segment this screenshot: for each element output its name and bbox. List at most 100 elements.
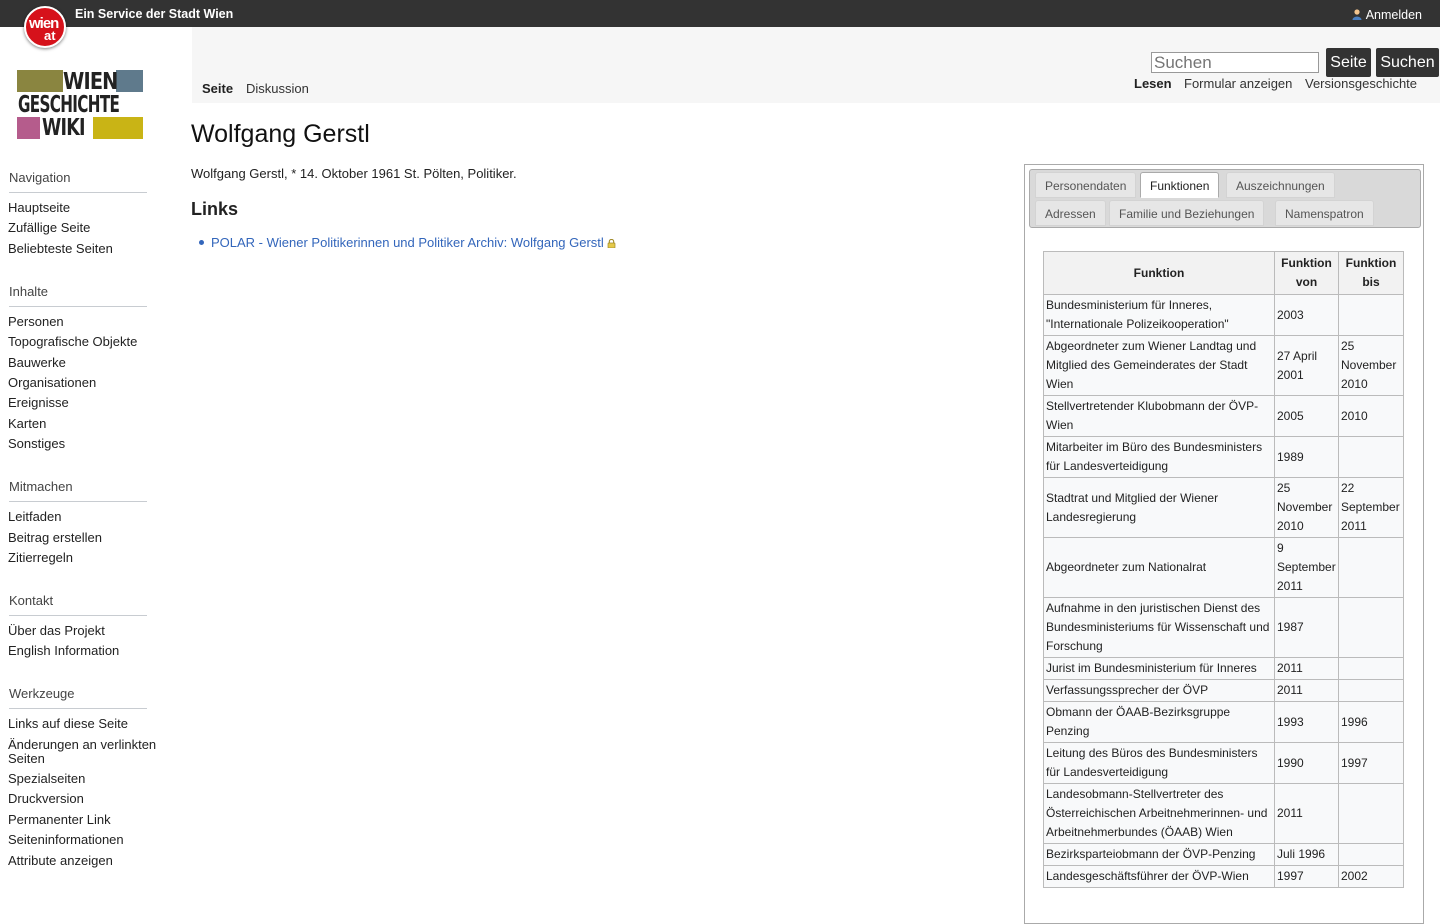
table-cell: Stellvertretender Klubobmann der ÖVP-Wie…: [1043, 395, 1275, 437]
sidebar-item[interactable]: Spezialseiten: [8, 772, 160, 786]
view-history[interactable]: Versionsgeschichte: [1305, 76, 1417, 91]
search-button[interactable]: Suchen: [1376, 48, 1439, 77]
intro-text: Wolfgang Gerstl, * 14. Oktober 1961 St. …: [191, 166, 517, 181]
view-form[interactable]: Formular anzeigen: [1184, 76, 1292, 91]
sidebar-item[interactable]: Zufällige Seite: [8, 221, 160, 235]
wien-logo-suffix: at: [44, 28, 56, 43]
table-row: Bezirksparteiobmann der ÖVP-Penzing Juli …: [1043, 843, 1405, 866]
search-input[interactable]: [1151, 52, 1319, 73]
table-cell: [1337, 537, 1405, 598]
table-cell: [1337, 843, 1405, 866]
table-cell: 9 September 2011: [1274, 537, 1339, 598]
sidebar-section-title: Werkzeuge: [9, 686, 147, 710]
sidebar-item[interactable]: Organisationen: [8, 375, 160, 390]
wien-at-logo[interactable]: wien at: [24, 6, 66, 48]
sidebar-section: Kontakt Über das Projekt English Informati…: [0, 593, 175, 658]
table-row: Verfassungssprecher der ÖVP 2011: [1043, 679, 1405, 702]
tab-namenspatron[interactable]: Namenspatron: [1275, 200, 1374, 226]
tab-discussion[interactable]: Diskussion: [246, 81, 309, 96]
table-cell: Landesobmann-Stellvertreter des Österrei…: [1043, 783, 1275, 844]
sidebar-item[interactable]: Druckversion: [8, 792, 160, 806]
tab-funktionen[interactable]: Funktionen: [1140, 172, 1220, 198]
sidebar-section-title: Inhalte: [9, 284, 147, 307]
table-cell: 1993: [1274, 701, 1339, 743]
logo-square-yellow: [93, 117, 143, 139]
sidebar-list: Leitfaden Beitrag erstellen Zitierregeln: [0, 510, 175, 565]
table-cell: [1337, 679, 1405, 702]
sidebar-item[interactable]: Topografische Objekte: [8, 335, 160, 349]
sidebar-item[interactable]: Zitierregeln: [8, 550, 160, 565]
infobox: Personendaten Funktionen Auszeichnungen …: [1024, 164, 1424, 924]
sidebar-item[interactable]: Änderungen an verlinkten Seiten: [8, 737, 160, 766]
sidebar-section-title: Mitmachen: [9, 479, 147, 503]
table-cell: Jurist im Bundesministerium für Inneres: [1043, 657, 1275, 680]
sidebar-item[interactable]: Permanenter Link: [8, 812, 160, 827]
tab-auszeichnungen[interactable]: Auszeichnungen: [1226, 172, 1335, 198]
table-cell: 2011: [1274, 679, 1339, 702]
table-cell: [1337, 294, 1405, 336]
table-cell: Stadtrat und Mitglied der Wiener Landesr…: [1043, 477, 1275, 538]
table-row: Landesgeschäftsführer der ÖVP-Wien 1997 20…: [1043, 865, 1405, 888]
sidebar-section-title: Navigation: [9, 170, 147, 193]
table-cell: 22 September 2011: [1337, 477, 1405, 538]
table-cell: 2005: [1274, 395, 1339, 437]
table-cell: Verfassungssprecher der ÖVP: [1043, 679, 1275, 702]
view-read[interactable]: Lesen: [1134, 76, 1172, 91]
sidebar-item[interactable]: Bauwerke: [8, 355, 160, 370]
page-title: Wolfgang Gerstl: [191, 120, 370, 148]
link-text: POLAR - Wiener Politikerinnen und Politi…: [211, 235, 604, 250]
table-row: Leitung des Büros des Bundesministers fü…: [1043, 742, 1405, 784]
go-page-button[interactable]: Seite: [1326, 48, 1371, 77]
table-cell: Juli 1996: [1274, 843, 1339, 866]
wien-geschichte-wiki-logo[interactable]: WIEN GESCHICHTE WIKI: [17, 70, 143, 141]
table-row: Obmann der ÖAAB-Bezirksgruppe Penzing 199…: [1043, 701, 1405, 743]
logo-square-olive: [17, 70, 63, 92]
tab-page[interactable]: Seite: [202, 81, 233, 96]
table-cell: 2011: [1274, 783, 1339, 844]
sidebar-item[interactable]: Leitfaden: [8, 510, 160, 524]
sidebar-item[interactable]: Ereignisse: [8, 396, 160, 410]
table-cell: 1997: [1274, 865, 1339, 888]
sidebar-item[interactable]: Beitrag erstellen: [8, 530, 160, 545]
sidebar-item[interactable]: Karten: [8, 416, 160, 431]
tab-familie-und-beziehungen[interactable]: Familie und Beziehungen: [1109, 200, 1265, 226]
sidebar-item[interactable]: Seiteninformationen: [8, 833, 160, 847]
sidebar: Navigation Hauptseite Zufällige Seite Belie…: [0, 170, 175, 874]
logo-square-blue: [116, 70, 143, 92]
polar-archive-link[interactable]: POLAR - Wiener Politikerinnen und Politi…: [199, 235, 616, 250]
table-row: Stellvertretender Klubobmann der ÖVP-Wie…: [1043, 395, 1405, 437]
sidebar-item[interactable]: Beliebteste Seiten: [8, 241, 160, 256]
sidebar-item[interactable]: Über das Projekt: [8, 623, 160, 638]
sidebar-item[interactable]: Personen: [8, 314, 160, 329]
sidebar-list: Über das Projekt English Information: [0, 623, 175, 658]
sidebar-section: Mitmachen Leitfaden Beitrag erstellen Zitie…: [0, 479, 175, 565]
table-row: Mitarbeiter im Büro des Bundesministers …: [1043, 436, 1405, 478]
sidebar-item[interactable]: Links auf diese Seite: [8, 717, 160, 731]
table-row: Landesobmann-Stellvertreter des Österrei…: [1043, 783, 1405, 844]
sidebar-item[interactable]: Sonstiges: [8, 437, 160, 451]
table-cell: 2011: [1274, 657, 1339, 680]
functions-table-body: Bundesministerium für Inneres, "Internat…: [1043, 294, 1405, 888]
table-cell: 1990: [1274, 742, 1339, 784]
tab-personendaten[interactable]: Personendaten: [1035, 172, 1137, 198]
tab-adressen[interactable]: Adressen: [1035, 200, 1106, 226]
sidebar-item[interactable]: Hauptseite: [8, 201, 160, 215]
sidebar-item[interactable]: English Information: [8, 644, 160, 658]
logo-text-wiki: WIKI: [42, 115, 86, 141]
table-cell: Landesgeschäftsführer der ÖVP-Wien: [1043, 865, 1275, 888]
table-header-row: Funktion Funktion von Funktion bis: [1043, 251, 1405, 295]
column-header: Funktion: [1043, 251, 1275, 295]
lock-icon: [607, 239, 616, 248]
bullet-icon: [199, 240, 204, 245]
sidebar-item[interactable]: Attribute anzeigen: [8, 853, 160, 868]
table-cell: Bezirksparteiobmann der ÖVP-Penzing: [1043, 843, 1275, 866]
login-link[interactable]: Anmelden: [1352, 8, 1422, 22]
table-row: Abgeordneter zum Nationalrat 9 September …: [1043, 537, 1405, 598]
table-cell: 2010: [1337, 395, 1405, 437]
table-cell: 1996: [1337, 701, 1405, 743]
table-cell: Aufnahme in den juristischen Dienst des …: [1043, 597, 1275, 658]
sidebar-section: Inhalte Personen Topografische Objekte Bauw…: [0, 284, 175, 451]
table-row: Aufnahme in den juristischen Dienst des …: [1043, 597, 1405, 658]
sidebar-section: Navigation Hauptseite Zufällige Seite Belie…: [0, 170, 175, 256]
logo-text-geschichte: GESCHICHTE: [18, 92, 120, 118]
